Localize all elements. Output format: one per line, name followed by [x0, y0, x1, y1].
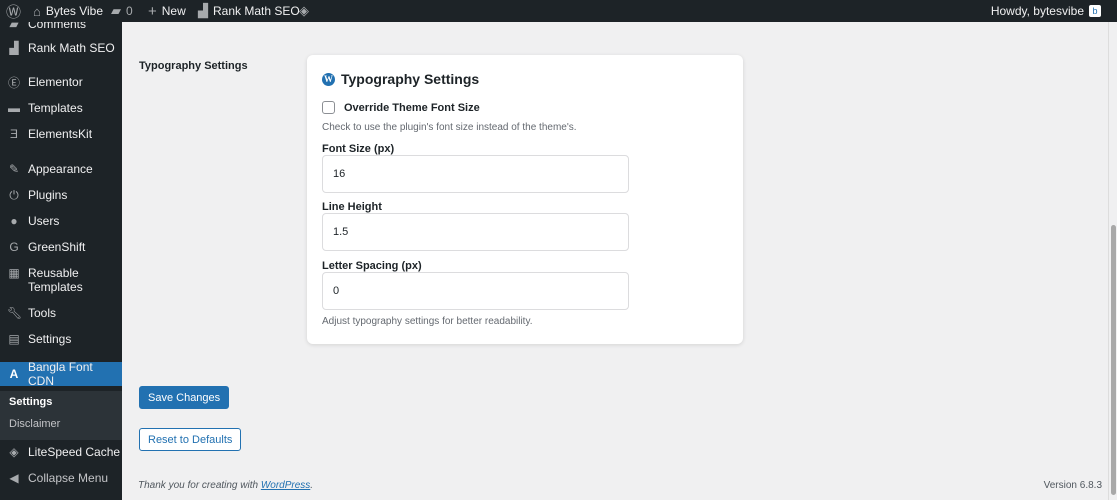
font-size-label: Font Size (px) — [322, 143, 395, 155]
comment-icon: ▰ — [9, 22, 19, 31]
comments-link[interactable]: ▰ 0 — [111, 0, 133, 22]
override-label: Override Theme Font Size — [344, 101, 480, 114]
override-checkbox[interactable]: Override Theme Font Size — [322, 101, 480, 114]
sidebar-item-label: Collapse Menu — [28, 471, 109, 485]
brush-icon: ✎ — [8, 162, 20, 176]
plug-icon: ⏻ — [9, 187, 19, 202]
line-height-label: Line Height — [322, 201, 382, 213]
sidebar-item-label: Appearance — [28, 162, 93, 176]
collapse-menu-button[interactable]: ◀ Collapse Menu — [0, 468, 122, 488]
user-icon: ● — [10, 214, 18, 228]
avatar: b — [1089, 5, 1101, 17]
sidebar-item-label: Users — [28, 214, 60, 228]
comment-icon: ▰ — [111, 3, 121, 18]
wordpress-icon: Ⓦ — [6, 3, 22, 21]
diamond-icon: ◈ — [9, 445, 19, 459]
litespeed-link[interactable]: ◈ — [299, 0, 309, 22]
card-title-text: Typography Settings — [341, 71, 480, 87]
collapse-icon: ◀ — [9, 471, 19, 485]
line-height-input[interactable]: 1.5 — [322, 213, 629, 251]
sidebar-item-settings[interactable]: ▤ Settings — [0, 329, 122, 349]
sliders-icon: ▤ — [8, 332, 20, 346]
wordpress-icon: W — [322, 72, 335, 86]
submenu-item-disclaimer[interactable]: Disclaimer — [9, 418, 60, 430]
chart-icon: ▟ — [9, 41, 19, 55]
sidebar-item-label: Elementor — [28, 75, 83, 89]
sidebar-item-bangla-font-cdn[interactable]: A Bangla Font CDN — [0, 360, 122, 388]
home-icon: ⌂ — [33, 3, 41, 19]
diamond-icon: ◈ — [299, 3, 309, 18]
submenu-item-settings[interactable]: Settings — [9, 396, 52, 408]
font-size-input[interactable]: 16 — [322, 155, 629, 193]
sidebar-item-label: Tools — [28, 306, 57, 320]
new-content-link[interactable]: + New — [148, 0, 186, 22]
sidebar-item-templates[interactable]: ▬ Templates — [0, 98, 122, 118]
sidebar-item-label: Templates — [28, 101, 83, 115]
checkbox[interactable] — [322, 101, 335, 114]
sidebar-item-comments[interactable]: ▰ Comments — [0, 22, 122, 34]
sidebar-item-rank-math[interactable]: ▟ Rank Math SEO — [0, 38, 122, 58]
wrench-icon: 🔧︎ — [7, 306, 23, 320]
wordpress-link[interactable]: WordPress — [261, 480, 310, 491]
rank-math-link[interactable]: ▟ Rank Math SEO — [198, 0, 300, 22]
greenshift-icon: G — [9, 240, 19, 254]
help-text: Adjust typography settings for better re… — [322, 316, 533, 327]
howdy-text: Howdy, bytesvibe — [990, 4, 1084, 18]
elementskit-icon: Ǝ — [9, 127, 18, 141]
override-description: Check to use the plugin's font size inst… — [322, 122, 577, 133]
site-name: Bytes Vibe — [45, 4, 104, 18]
reset-defaults-button[interactable]: Reset to Defaults — [139, 428, 242, 451]
sidebar-item-label: Bangla Font CDN — [28, 360, 93, 388]
version-text: Version 6.8.3 — [1043, 480, 1102, 491]
admin-bar: Ⓦ ⌂ Bytes Vibe ▰ 0 + New ▟ Rank Math SEO ◈ H… — [0, 0, 1117, 22]
footer-text: Thank you for creating with WordPress. — [138, 480, 313, 491]
sidebar-item-label: Comments — [28, 22, 87, 31]
sidebar-item-label: GreenShift — [28, 240, 86, 254]
scrollbar-thumb[interactable] — [1111, 225, 1116, 495]
folder-icon: ▬ — [8, 101, 20, 115]
new-label: New — [161, 4, 186, 18]
wordpress-logo-button[interactable]: Ⓦ — [6, 0, 21, 22]
comment-count: 0 — [126, 4, 133, 18]
typography-card: W Typography Settings Override Theme Font… — [307, 55, 743, 344]
account-menu[interactable]: Howdy, bytesvibe b — [991, 0, 1101, 22]
sidebar-item-appearance[interactable]: ✎ Appearance — [0, 159, 122, 179]
sidebar-item-label: Plugins — [28, 188, 68, 202]
sidebar-item-label: ElementsKit — [28, 127, 93, 141]
sidebar-item-label: Rank Math SEO — [28, 41, 115, 55]
scrollbar[interactable] — [1108, 22, 1117, 500]
grid-icon: ▦ — [8, 266, 20, 280]
sidebar-item-elementor[interactable]: Ⓔ Elementor — [0, 72, 122, 92]
section-label: Typography Settings — [139, 60, 248, 72]
sidebar-item-litespeed[interactable]: ◈ LiteSpeed Cache — [0, 442, 122, 462]
letter-spacing-input[interactable]: 0 — [322, 272, 629, 310]
sidebar-item-reusable-templates[interactable]: ▦ Reusable Templates — [0, 266, 122, 294]
rank-math-label: Rank Math SEO — [213, 4, 300, 18]
sidebar-item-label: Reusable Templates — [28, 266, 83, 294]
site-name-link[interactable]: ⌂ Bytes Vibe — [33, 0, 103, 22]
sidebar-item-tools[interactable]: 🔧︎ Tools — [0, 303, 122, 323]
sidebar-item-users[interactable]: ● Users — [0, 211, 122, 231]
submenu: Settings Disclaimer — [0, 391, 122, 440]
sidebar-item-label: Settings — [28, 332, 72, 346]
sidebar-item-elementskit[interactable]: Ǝ ElementsKit — [0, 124, 122, 144]
font-a-icon: A — [9, 367, 19, 381]
save-changes-button[interactable]: Save Changes — [139, 386, 230, 409]
footer-end: . — [310, 480, 314, 491]
admin-sidebar: ▰ Comments ▟ Rank Math SEO Ⓔ Elementor ▬ Tem… — [0, 22, 122, 500]
sidebar-item-plugins[interactable]: ⏻ Plugins — [0, 185, 122, 205]
plus-icon: + — [148, 2, 157, 20]
main-content: Typography Settings W Typography Settings… — [122, 22, 1108, 500]
chart-icon: ▟ — [198, 3, 208, 18]
footer-thanks: Thank you for creating with — [138, 480, 261, 491]
elementor-icon: Ⓔ — [7, 75, 20, 90]
card-title: W Typography Settings — [322, 71, 479, 87]
letter-spacing-label: Letter Spacing (px) — [322, 260, 422, 272]
sidebar-item-greenshift[interactable]: G GreenShift — [0, 237, 122, 257]
sidebar-item-label: LiteSpeed Cache — [28, 445, 121, 459]
